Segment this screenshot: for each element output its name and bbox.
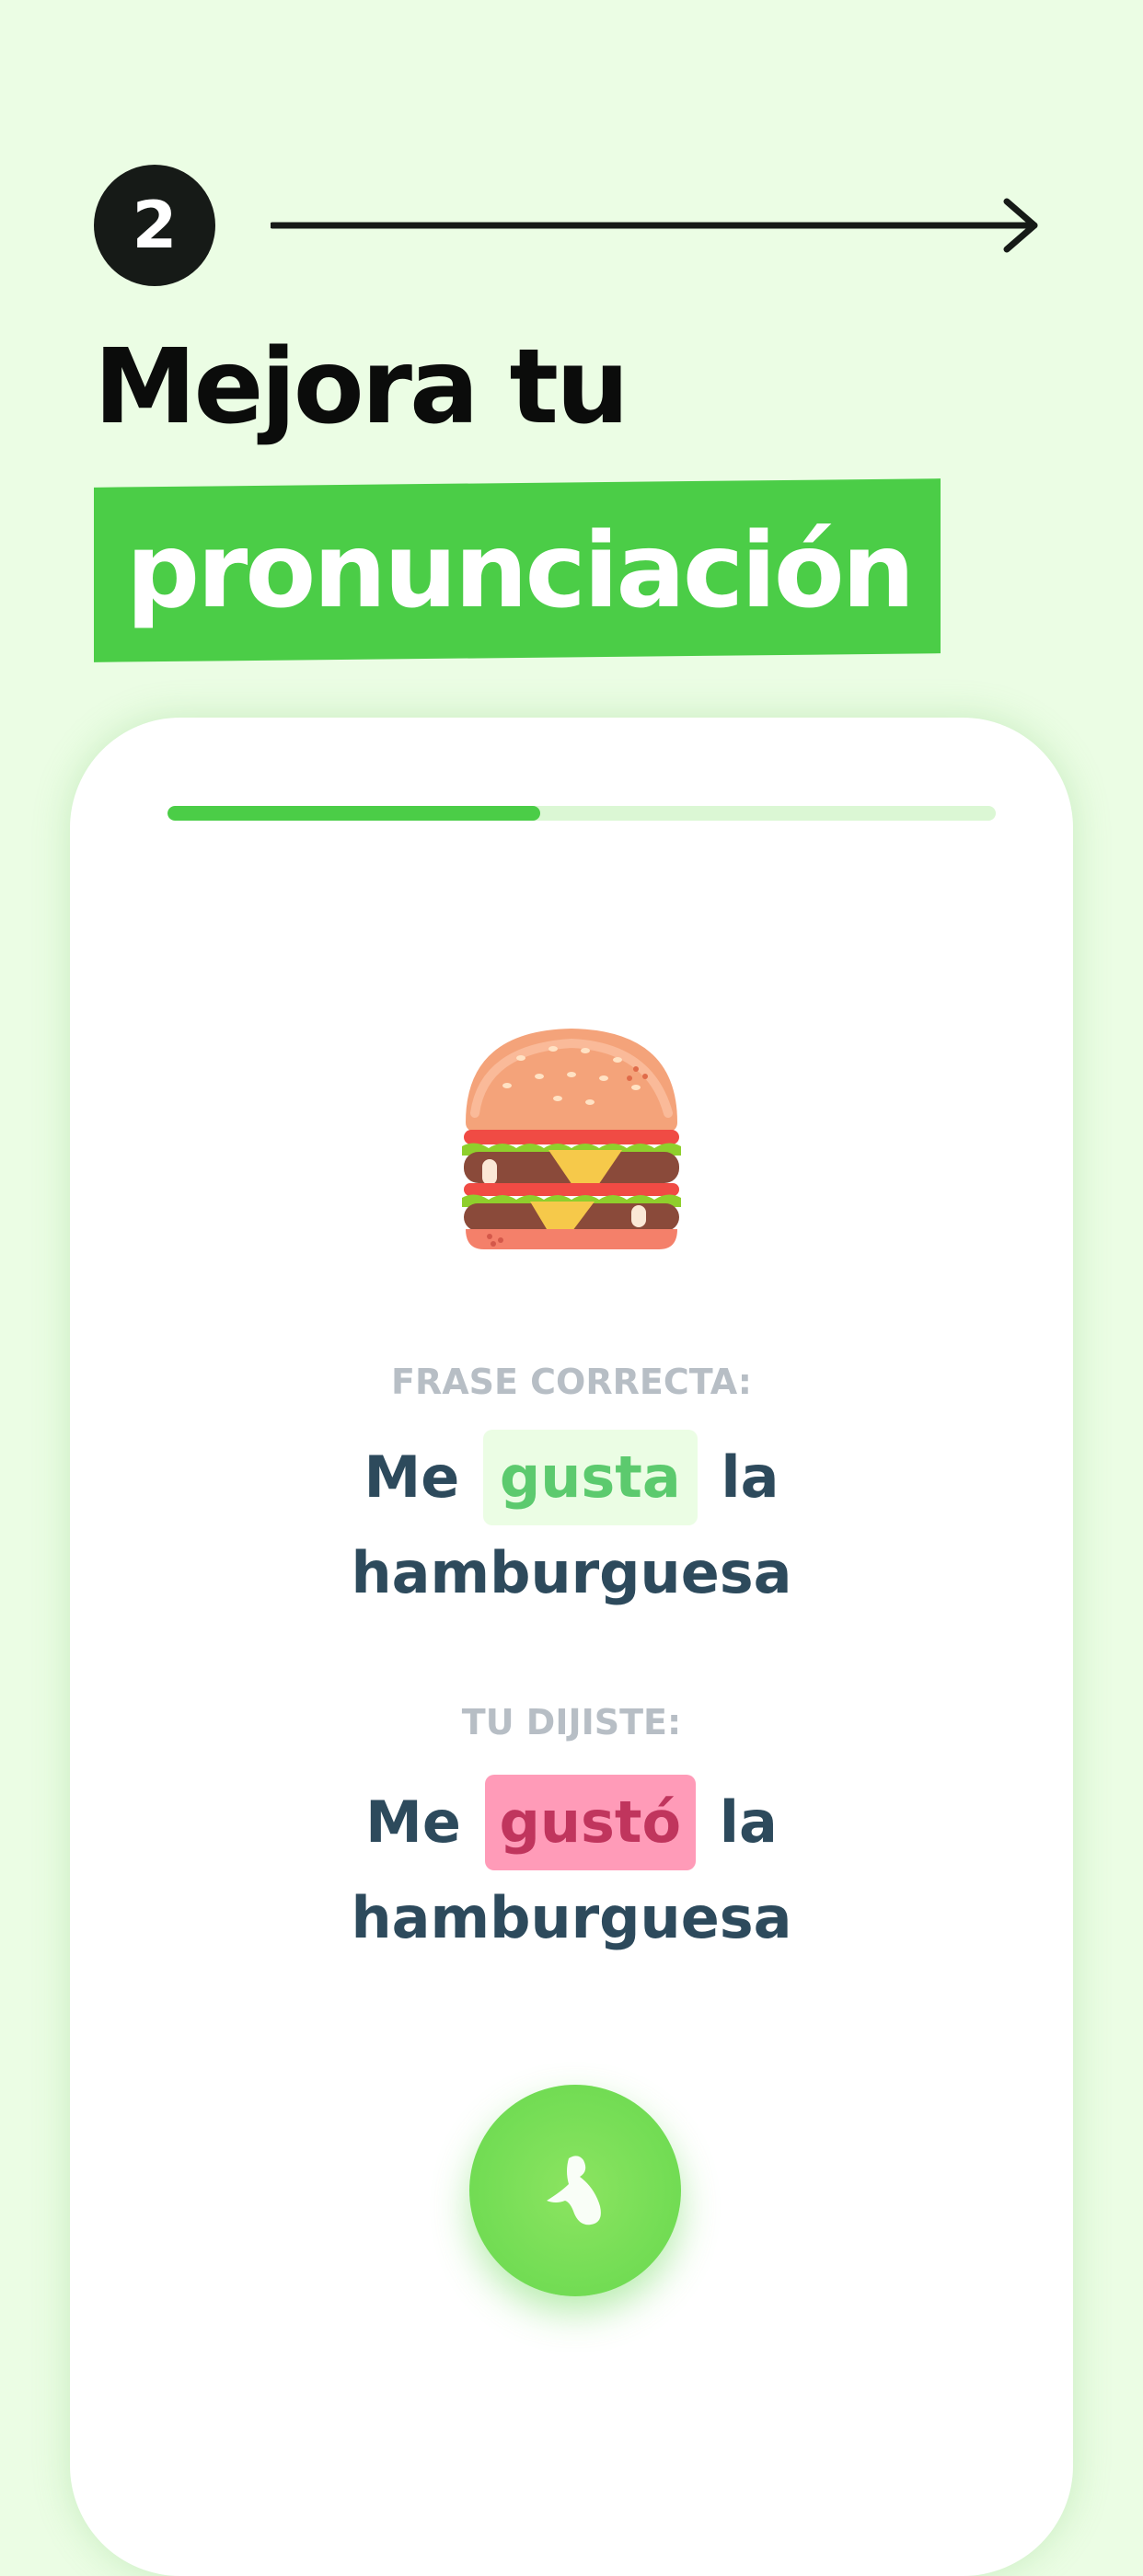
record-button[interactable] — [469, 2085, 681, 2296]
arrow-right-icon — [271, 198, 1038, 253]
you-said-word: la — [719, 1788, 778, 1856]
you-said-phrase: Me gustó la hamburguesa — [70, 1775, 1073, 1966]
correct-phrase-word: Me — [364, 1443, 460, 1511]
you-said-line2: hamburguesa — [351, 1884, 792, 1951]
step-number-badge: 2 — [94, 165, 215, 286]
correct-phrase: Me gusta la hamburguesa — [70, 1430, 1073, 1621]
you-said-word: Me — [365, 1788, 461, 1856]
step-number: 2 — [132, 188, 178, 263]
microphone-wave-icon — [547, 2156, 601, 2225]
headline-highlight: pronunciación — [126, 512, 915, 631]
correct-word-highlight: gusta — [482, 1430, 698, 1525]
correct-phrase-line2: hamburguesa — [351, 1539, 792, 1606]
wrong-word-highlight: gustó — [484, 1775, 697, 1870]
phone-card: FRASE CORRECTA: Me gusta la hamburguesa … — [70, 718, 1073, 2576]
you-said-label: TU DIJISTE: — [461, 1702, 682, 1742]
correct-phrase-word: la — [721, 1443, 779, 1511]
progress-bar — [167, 806, 996, 821]
hamburger-icon — [462, 1029, 681, 1249]
correct-phrase-label: FRASE CORRECTA: — [390, 1362, 753, 1402]
progress-bar-fill — [167, 806, 540, 821]
headline: Mejora tu — [94, 328, 629, 447]
